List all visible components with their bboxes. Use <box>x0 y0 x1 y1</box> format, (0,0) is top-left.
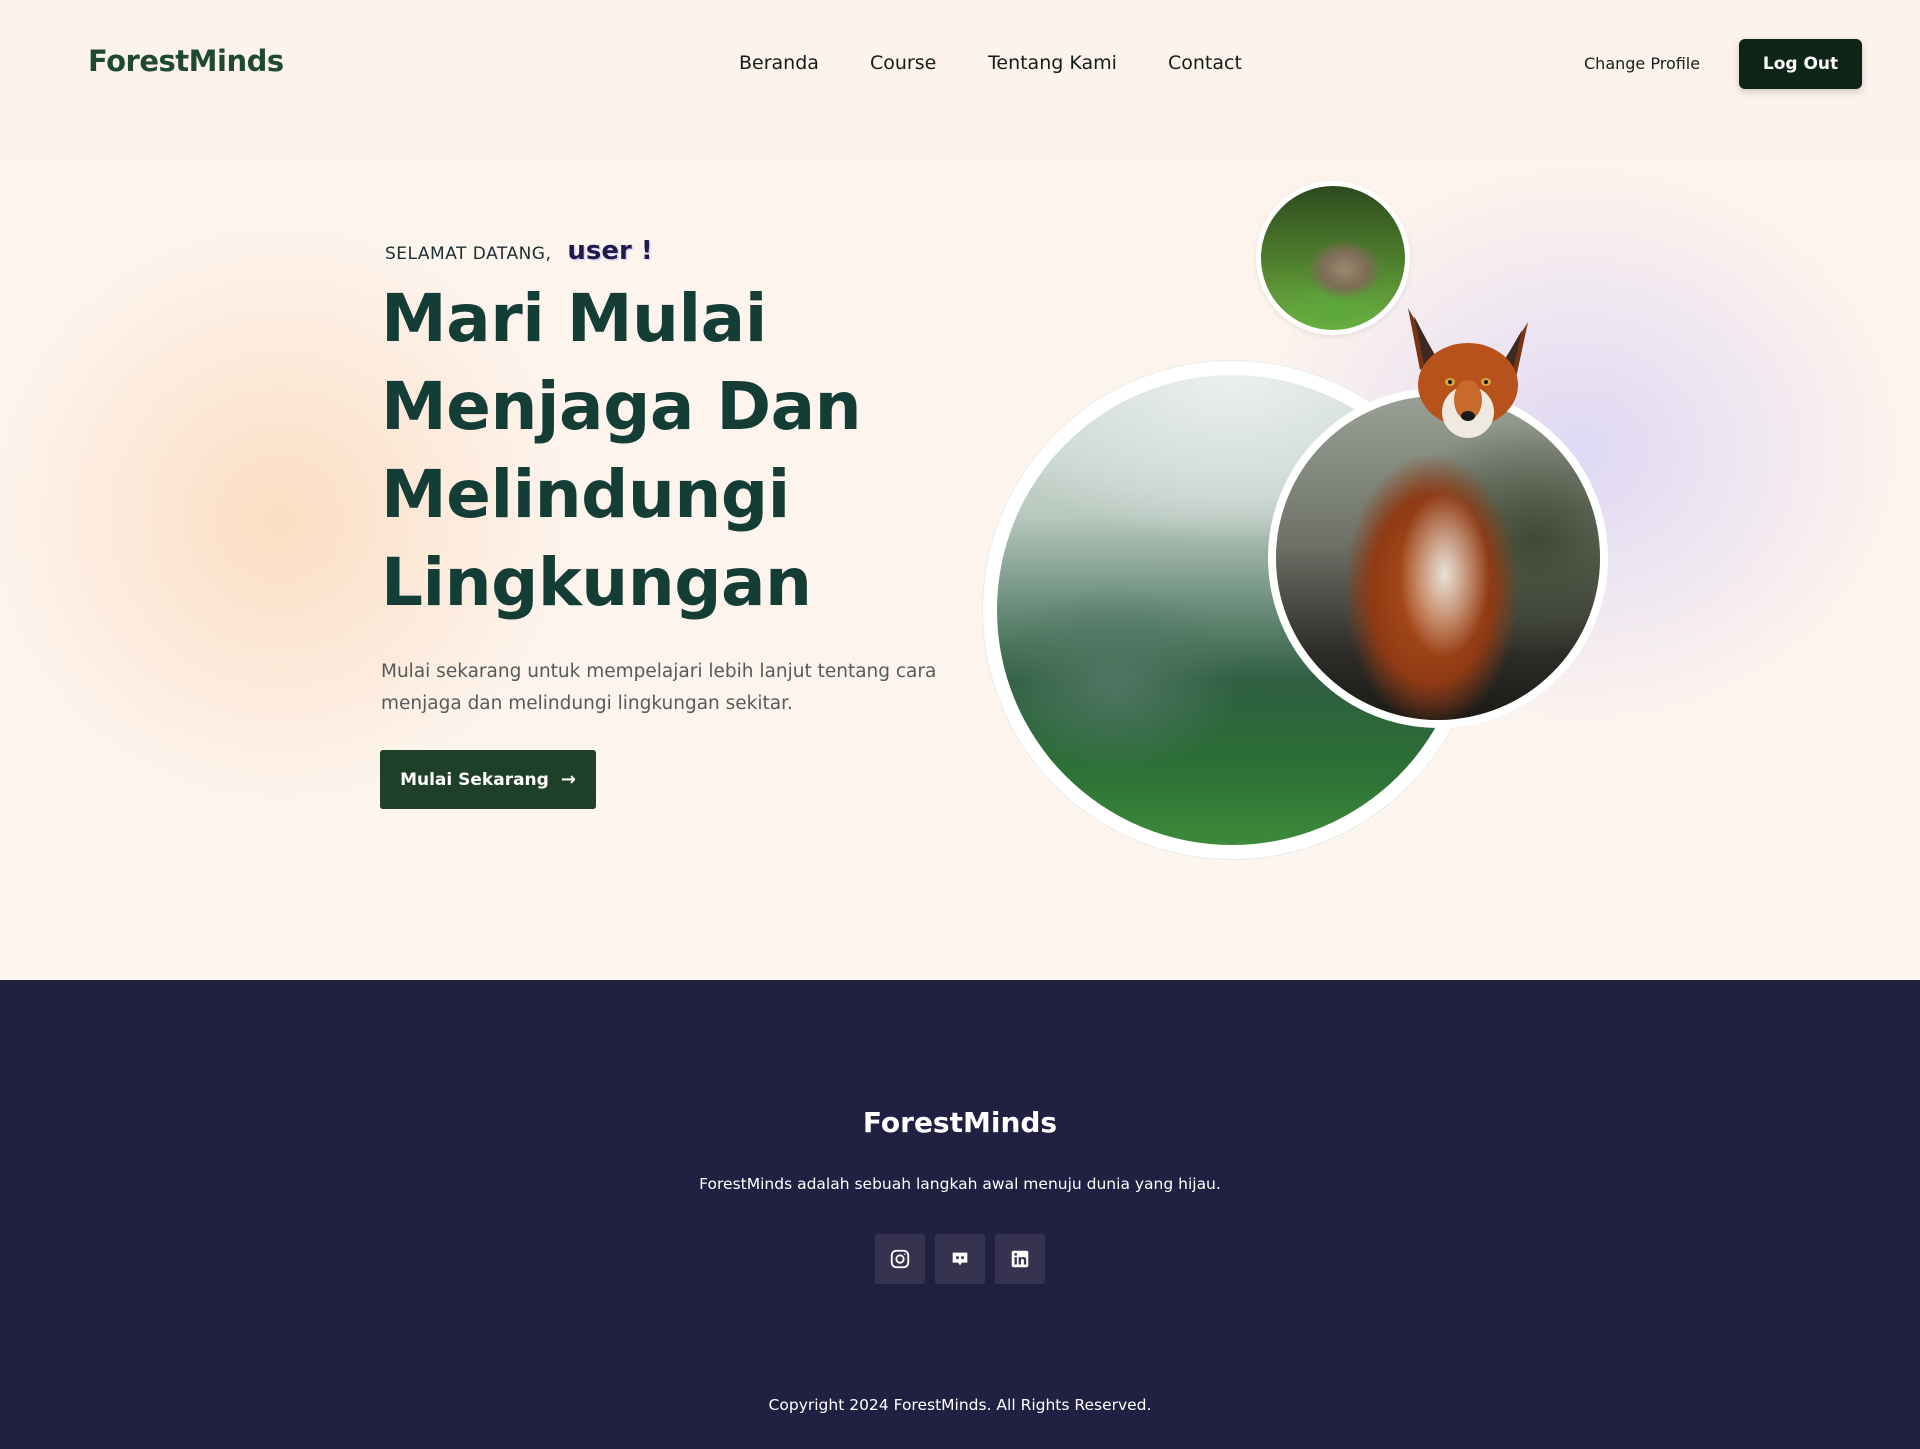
greeting: SELAMAT DATANG, user ! <box>385 236 653 266</box>
change-profile-link[interactable]: Change Profile <box>1584 54 1700 73</box>
footer-brand: ForestMinds <box>862 1106 1058 1139</box>
footer-tagline: ForestMinds adalah sebuah langkah awal m… <box>699 1175 1221 1193</box>
arrow-right-icon: → <box>560 769 576 790</box>
nav-link-tentang-kami[interactable]: Tentang Kami <box>988 52 1117 74</box>
instagram-button[interactable] <box>875 1234 925 1284</box>
rabbit-photo <box>1261 186 1405 330</box>
footer: ForestMinds ForestMinds adalah sebuah la… <box>0 980 1920 1449</box>
copyright-text: Copyright 2024 ForestMinds. All Rights R… <box>768 1396 1152 1414</box>
discord-icon <box>952 1252 968 1266</box>
social-links <box>875 1234 1045 1284</box>
discord-button[interactable] <box>935 1234 985 1284</box>
instagram-icon <box>890 1249 910 1269</box>
fox-head-illustration <box>1408 308 1528 438</box>
start-now-label: Mulai Sekarang <box>400 769 549 790</box>
greeting-username: user ! <box>567 236 653 266</box>
nav-link-course[interactable]: Course <box>870 52 936 74</box>
linkedin-button[interactable] <box>995 1234 1045 1284</box>
hero-title: Mari Mulai Menjaga Dan Melindungi Lingku… <box>381 280 862 621</box>
rabbit-image-frame <box>1256 181 1410 335</box>
linkedin-icon <box>1011 1250 1029 1268</box>
greeting-label: SELAMAT DATANG, <box>385 244 552 264</box>
hero-description: Mulai sekarang untuk mempelajari lebih l… <box>381 661 937 714</box>
start-now-button[interactable]: Mulai Sekarang → <box>380 750 596 809</box>
hero-section: ForestMinds Beranda Course Tentang Kami … <box>0 0 1920 980</box>
nav-link-contact[interactable]: Contact <box>1168 52 1242 74</box>
nav-link-beranda[interactable]: Beranda <box>739 52 819 74</box>
logout-button[interactable]: Log Out <box>1739 39 1862 89</box>
